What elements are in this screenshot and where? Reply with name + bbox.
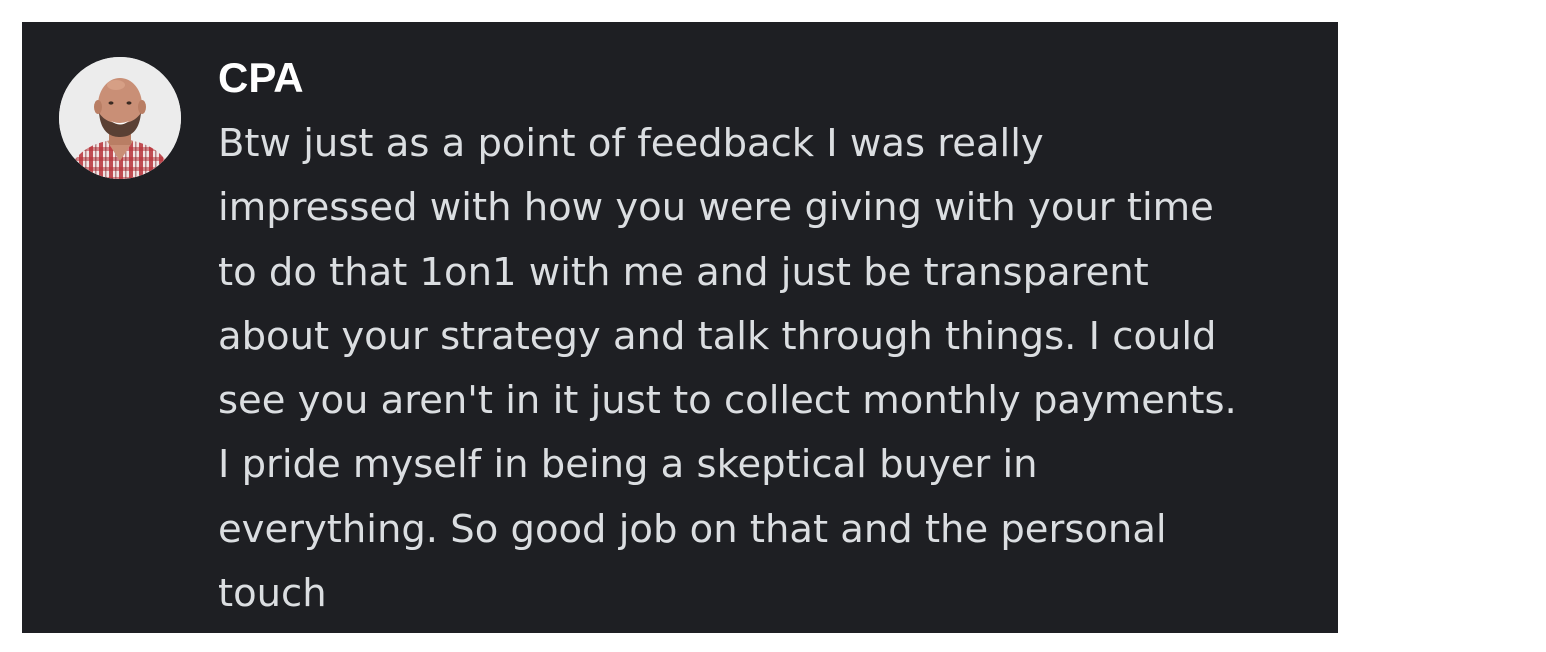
message-line: I pride myself in being a skeptical buye…: [218, 442, 1038, 488]
message-line: about your strategy and talk through thi…: [218, 313, 1217, 359]
user-avatar-photo-icon: [59, 57, 181, 179]
message-author[interactable]: CPA: [218, 52, 304, 104]
message-body: Btw just as a point of feedback I was re…: [218, 112, 1323, 626]
avatar[interactable]: [59, 57, 181, 179]
message-line: touch: [218, 571, 327, 617]
message-line: everything. So good job on that and the …: [218, 506, 1167, 552]
message-line: to do that 1on1 with me and just be tran…: [218, 249, 1149, 295]
message-line: Btw just as a point of feedback I was re…: [218, 121, 1044, 166]
chat-message: CPA Btw just as a point of feedback I wa…: [22, 22, 1338, 633]
message-line: see you aren't in it just to collect mon…: [218, 378, 1237, 424]
message-line: impressed with how you were giving with …: [218, 185, 1214, 231]
